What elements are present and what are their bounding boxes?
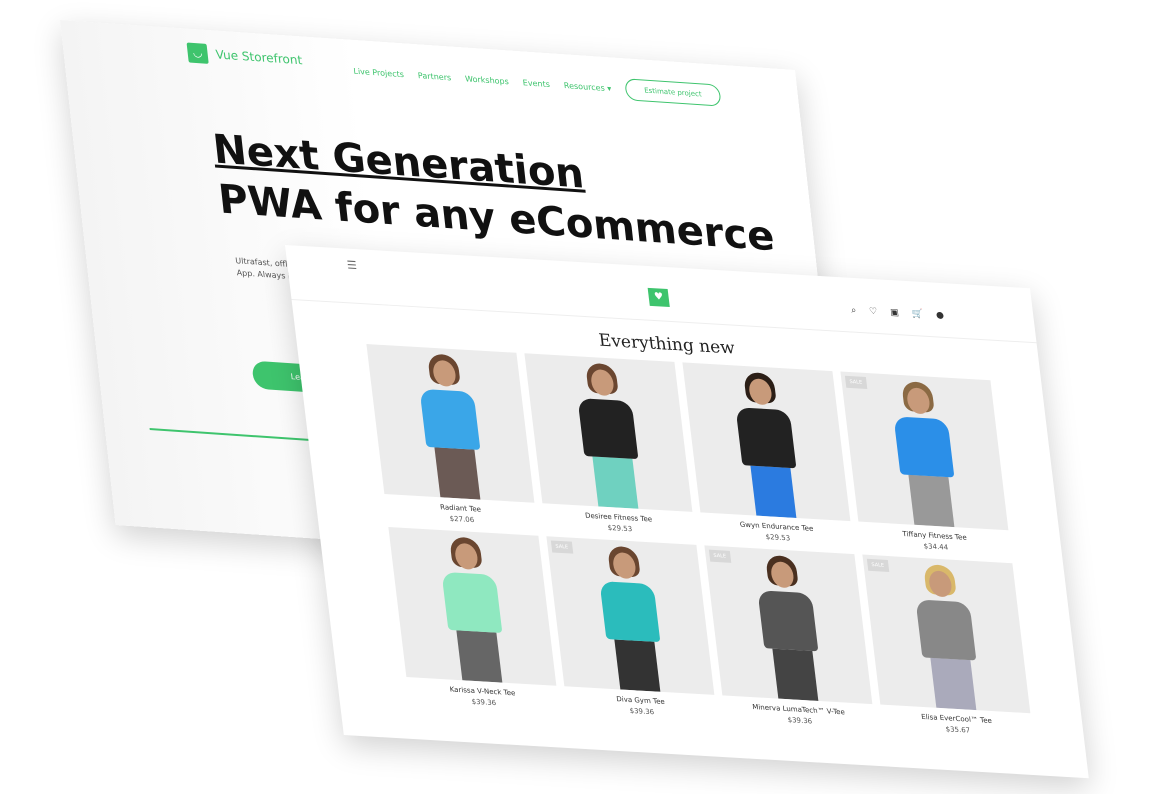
main-nav: Live Projects Partners Workshops Events … [352, 60, 722, 107]
model-pants [434, 447, 481, 500]
search-icon[interactable]: ⌕ [851, 306, 857, 316]
product-card[interactable]: Desiree Fitness Tee $29.53 [524, 353, 695, 537]
sale-badge: SALE [866, 558, 889, 572]
model-shirt [893, 416, 955, 478]
model-pants [592, 456, 639, 509]
product-image[interactable]: SALE [546, 536, 715, 695]
product-card[interactable]: SALE Tiffany Fitness Tee $34.44 [840, 371, 1011, 556]
logo-icon: ◡ [186, 42, 209, 64]
hero-headline: Next Generation PWA for any eCommerce [210, 125, 777, 263]
product-card[interactable]: SALE Diva Gym Tee $39.36 [546, 536, 717, 720]
nav-resources[interactable]: Resources ▾ [563, 81, 611, 93]
brand-name: Vue Storefront [214, 47, 303, 68]
model-pants [772, 648, 819, 701]
model-shirt [735, 407, 797, 469]
nav-live-projects[interactable]: Live Projects [353, 66, 404, 78]
product-card[interactable]: SALE Minerva LumaTech™ V-Tee $39.36 [704, 545, 875, 729]
product-card[interactable]: SALE Elisa EverCool™ Tee $35.67 [862, 554, 1033, 739]
product-image[interactable] [366, 344, 535, 503]
hamburger-menu-icon[interactable]: ☰ [346, 258, 357, 272]
account-icon[interactable]: ● [936, 311, 945, 321]
model-shirt [419, 388, 481, 450]
store-logo-icon[interactable]: ♥ [647, 287, 670, 308]
nav-workshops[interactable]: Workshops [465, 74, 510, 86]
model-shirt [599, 581, 661, 643]
heart-icon[interactable]: ♡ [869, 307, 878, 317]
model-shirt [915, 599, 977, 661]
model-shirt [757, 590, 819, 652]
nav-events[interactable]: Events [522, 78, 550, 89]
model-pants [750, 465, 797, 518]
model-shirt [441, 571, 503, 633]
product-image[interactable] [682, 362, 851, 522]
sale-badge: SALE [550, 540, 573, 554]
model-pants [930, 657, 977, 711]
sale-badge: SALE [708, 549, 731, 563]
product-image[interactable] [388, 527, 557, 686]
product-image[interactable]: SALE [704, 545, 873, 705]
nav-partners[interactable]: Partners [417, 71, 451, 82]
compare-icon[interactable]: ▣ [890, 308, 900, 318]
model-pants [614, 639, 661, 692]
product-image[interactable]: SALE [862, 554, 1031, 714]
product-card[interactable]: Karissa V-Neck Tee $39.36 [388, 527, 559, 711]
product-card[interactable]: Gwyn Endurance Tee $29.53 [682, 362, 853, 546]
product-image[interactable]: SALE [840, 371, 1009, 531]
product-image[interactable] [524, 353, 693, 512]
estimate-project-button[interactable]: Estimate project [624, 78, 722, 107]
model-pants [908, 474, 955, 528]
cart-icon[interactable]: 🛒 [911, 309, 923, 320]
sale-badge: SALE [844, 375, 867, 389]
product-card[interactable]: Radiant Tee $27.06 [366, 344, 537, 528]
brand-logo[interactable]: ◡ Vue Storefront [186, 42, 304, 71]
product-grid: Radiant Tee $27.06 Desiree Fitness Tee $… [366, 344, 1033, 738]
storefront-demo-screenshot: ☰ ♥ ⌕ ♡ ▣ 🛒 ● Everything new Radiant Tee… [285, 245, 1089, 779]
model-pants [456, 630, 503, 683]
model-shirt [577, 398, 639, 460]
